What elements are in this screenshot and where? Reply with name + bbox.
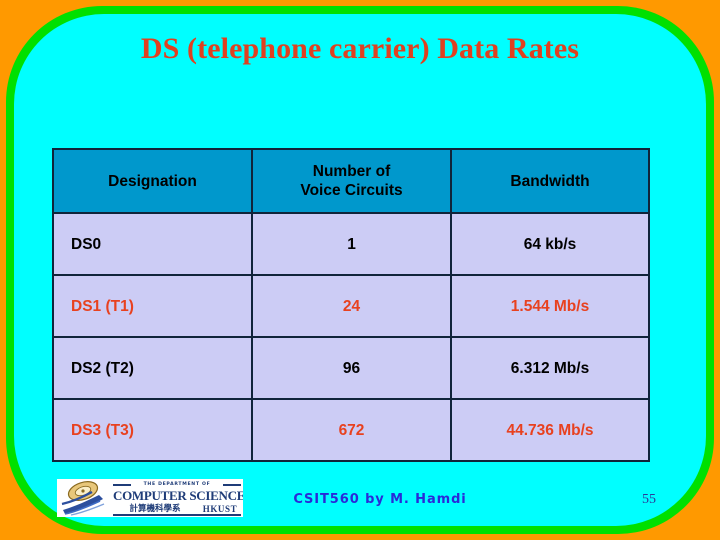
cs-disc-swoosh-icon (59, 480, 111, 516)
logo-department-line: THE DEPARTMENT OF (143, 482, 211, 487)
table-body: DS0 1 64 kb/s DS1 (T1) 24 1.544 Mb/s DS2… (52, 212, 650, 462)
table-header-row: Designation Number of Voice Circuits Ban… (52, 148, 650, 214)
cell-voice-circuits: 672 (251, 398, 452, 462)
ds-data-rates-table: Designation Number of Voice Circuits Ban… (52, 148, 650, 462)
cell-bandwidth: 64 kb/s (450, 212, 650, 276)
table-header: Designation Number of Voice Circuits Ban… (52, 148, 650, 214)
column-header-designation-label: Designation (108, 172, 197, 190)
cell-bandwidth: 6.312 Mb/s (450, 336, 650, 400)
column-header-voice-circuits-line1: Number of (312, 163, 391, 180)
page-number: 55 (642, 492, 656, 507)
cell-bandwidth: 1.544 Mb/s (450, 274, 650, 338)
cell-voice-circuits: 1 (251, 212, 452, 276)
page-title: DS (telephone carrier) Data Rates (140, 32, 580, 65)
table-row: DS3 (T3) 672 44.736 Mb/s (52, 398, 650, 462)
column-header-bandwidth-label: Bandwidth (510, 172, 590, 190)
column-header-voice-circuits-line2: Voice Circuits (300, 182, 403, 199)
column-header-designation: Designation (52, 148, 253, 214)
slide-canvas: DS (telephone carrier) Data Rates Design… (0, 0, 720, 540)
table-row: DS2 (T2) 96 6.312 Mb/s (52, 336, 650, 400)
cell-designation: DS2 (T2) (52, 336, 253, 400)
table-row: DS0 1 64 kb/s (52, 212, 650, 276)
table-row: DS1 (T1) 24 1.544 Mb/s (52, 274, 650, 338)
footer-course-note: CSIT560 by M. Hamdi (293, 492, 467, 507)
cell-bandwidth: 44.736 Mb/s (450, 398, 650, 462)
cell-voice-circuits: 24 (251, 274, 452, 338)
column-header-bandwidth: Bandwidth (450, 148, 650, 214)
cell-designation: DS1 (T1) (52, 274, 253, 338)
logo-underline (113, 514, 241, 516)
cell-voice-circuits: 96 (251, 336, 452, 400)
cell-designation: DS3 (T3) (52, 398, 253, 462)
column-header-voice-circuits: Number of Voice Circuits (251, 148, 452, 214)
cell-designation: DS0 (52, 212, 253, 276)
